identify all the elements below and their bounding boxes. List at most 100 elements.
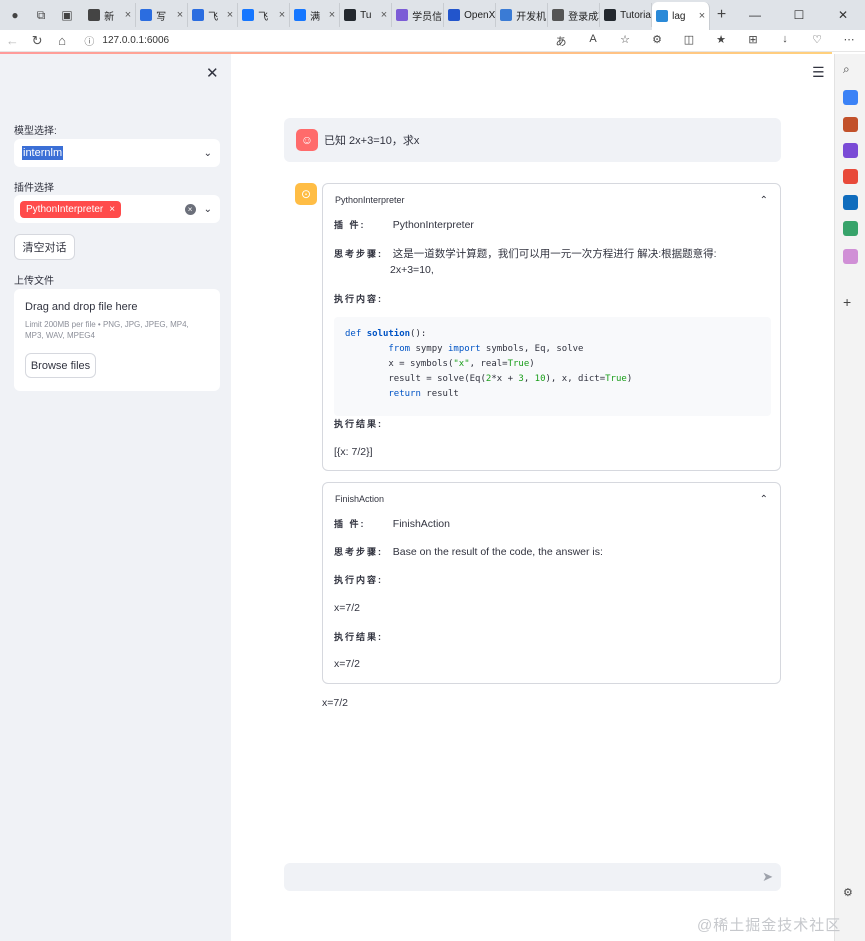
tab-label: Tu	[360, 9, 372, 21]
back-button[interactable]: ←	[0, 33, 25, 48]
thought-row: 思考步骤: Base on the result of the code, th…	[334, 545, 603, 558]
tab-close-icon[interactable]: ×	[276, 9, 285, 21]
browser-tab[interactable]: 飞 ×	[188, 3, 239, 27]
profile-icon[interactable]: ●	[6, 6, 24, 24]
minimize-button[interactable]: —	[733, 8, 777, 22]
expander-title: PythonInterpreter	[335, 195, 405, 205]
send-icon[interactable]: ➤	[762, 869, 773, 885]
split-screen-icon[interactable]: ◫	[673, 33, 705, 49]
plugin-chip-label: PythonInterpreter	[26, 203, 104, 215]
new-tab-button[interactable]: +	[710, 6, 733, 24]
chevron-up-icon[interactable]: ⌃	[760, 195, 768, 206]
app-sidebar: ✕ 模型选择: internlm ⌄ 插件选择 PythonInterprete…	[0, 54, 231, 941]
expander-header[interactable]: PythonInterpreter ⌃	[323, 184, 780, 216]
close-sidebar-icon[interactable]: ✕	[206, 64, 219, 82]
model-select[interactable]: internlm ⌄	[14, 139, 220, 167]
expander-header[interactable]: FinishAction ⌃	[323, 483, 780, 515]
main-menu-icon[interactable]: ☰	[812, 64, 825, 81]
reload-button[interactable]: ↻	[25, 33, 50, 49]
thought-value-line2: 2x+3=10,	[390, 264, 434, 276]
browser-tab[interactable]: OpenXL×	[444, 3, 497, 27]
copilot-icon[interactable]	[843, 249, 858, 264]
outlook-icon[interactable]	[843, 195, 858, 210]
tab-label: 新	[104, 11, 115, 23]
home-button[interactable]: ⌂	[50, 33, 75, 48]
browser-tab[interactable]: lag ×	[652, 2, 711, 30]
window-controls: — ☐ ✕	[733, 8, 865, 22]
games-icon[interactable]	[843, 143, 858, 158]
browser-essentials-icon[interactable]: ♡	[801, 33, 833, 49]
user-message-text: 已知 2x+3=10，求x	[324, 135, 420, 147]
browser-tab[interactable]: 开发机×	[496, 3, 549, 27]
workspaces-icon[interactable]: ⧉	[32, 6, 50, 24]
browser-tab[interactable]: 登录成功×	[548, 3, 601, 27]
add-sidebar-app-icon[interactable]: +	[843, 294, 858, 310]
chip-remove-icon[interactable]: ×	[109, 204, 115, 215]
assistant-avatar-icon: ⊙	[295, 183, 317, 205]
user-avatar-icon: ☺	[296, 129, 318, 151]
browse-files-button[interactable]: Browse files	[25, 353, 96, 378]
microsoft365-icon[interactable]	[843, 169, 858, 184]
tab-label: OpenXL	[464, 9, 496, 21]
close-window-button[interactable]: ✕	[821, 8, 865, 22]
result-value: [{x: 7/2}]	[334, 446, 373, 458]
final-answer: x=7/2	[322, 697, 348, 709]
browser-tab[interactable]: Tu ×	[340, 3, 393, 27]
url-field[interactable]: ⓘ 127.0.0.1:6006	[78, 31, 575, 51]
tab-favicon-icon	[140, 9, 153, 21]
tab-close-icon[interactable]: ×	[174, 9, 183, 21]
tools-icon[interactable]	[843, 117, 858, 132]
discover-icon[interactable]	[843, 90, 858, 105]
tab-actions-icon[interactable]: ▣	[58, 6, 76, 24]
tab-label: 学员信!	[412, 11, 445, 23]
favorites-icon[interactable]: ★	[705, 33, 737, 49]
clear-selection-icon[interactable]: ×	[184, 203, 196, 215]
result-key: 执行结果:	[334, 419, 383, 429]
result-value: x=7/2	[334, 658, 360, 670]
file-uploader[interactable]: Drag and drop file here Limit 200MB per …	[14, 289, 220, 391]
browser-tab[interactable]: 学员信!×	[392, 3, 445, 27]
tab-close-icon[interactable]: ×	[122, 9, 131, 21]
result-key: 执行结果:	[334, 632, 383, 642]
tab-favicon-icon	[448, 9, 461, 21]
tab-favicon-icon	[192, 9, 205, 21]
tab-close-icon[interactable]: ×	[224, 9, 233, 21]
search-icon[interactable]: ⌕	[843, 62, 858, 77]
favorite-star-icon[interactable]: ☆	[609, 33, 641, 49]
chevron-up-icon[interactable]: ⌃	[760, 494, 768, 505]
browser-tab[interactable]: 新 ×	[84, 3, 137, 27]
tab-label: 飞	[208, 11, 219, 23]
sidebar-settings-icon[interactable]: ⚙	[843, 886, 858, 901]
chat-input[interactable]: ➤	[284, 863, 781, 891]
translate-icon[interactable]: あ	[545, 33, 577, 49]
tab-label: 登录成功	[568, 11, 599, 23]
tab-favicon-icon	[242, 9, 255, 21]
tab-close-icon[interactable]: ×	[378, 9, 387, 21]
plugin-value: FinishAction	[392, 518, 450, 530]
browser-tab[interactable]: 飞 ×	[238, 3, 291, 27]
browser-tab[interactable]: Tutorial×	[600, 3, 653, 27]
step-expander-finish: FinishAction ⌃ 插 件: FinishAction 思考步骤: B…	[322, 482, 781, 684]
maximize-button[interactable]: ☐	[777, 8, 821, 22]
extensions-icon[interactable]: ⚙	[641, 33, 673, 49]
collections-icon[interactable]: ⊞	[737, 33, 769, 49]
plugin-row: 插 件: PythonInterpreter	[334, 218, 474, 231]
tab-label: 飞	[258, 11, 269, 23]
tab-label: Tutorial	[620, 9, 653, 21]
browser-tab[interactable]: 满 ×	[290, 3, 341, 27]
clear-chat-button[interactable]: 清空对话	[14, 234, 75, 260]
settings-more-icon[interactable]: ⋯	[833, 33, 865, 49]
tab-favicon-icon	[552, 9, 565, 21]
drop-icon[interactable]	[843, 221, 858, 236]
plugin-chip[interactable]: PythonInterpreter ×	[20, 200, 122, 218]
plugin-multiselect[interactable]: PythonInterpreter × × ⌄	[14, 195, 220, 223]
read-aloud-icon[interactable]: A	[577, 33, 609, 49]
tab-favicon-icon	[396, 9, 409, 21]
tab-close-icon[interactable]: ×	[696, 10, 705, 22]
plugin-select-label: 插件选择	[14, 183, 54, 194]
tab-close-icon[interactable]: ×	[326, 9, 335, 21]
tab-favicon-icon	[500, 9, 513, 21]
downloads-icon[interactable]: ↓	[769, 33, 801, 49]
browser-tab[interactable]: 写 ×	[136, 3, 189, 27]
site-info-icon[interactable]: ⓘ	[84, 33, 94, 48]
